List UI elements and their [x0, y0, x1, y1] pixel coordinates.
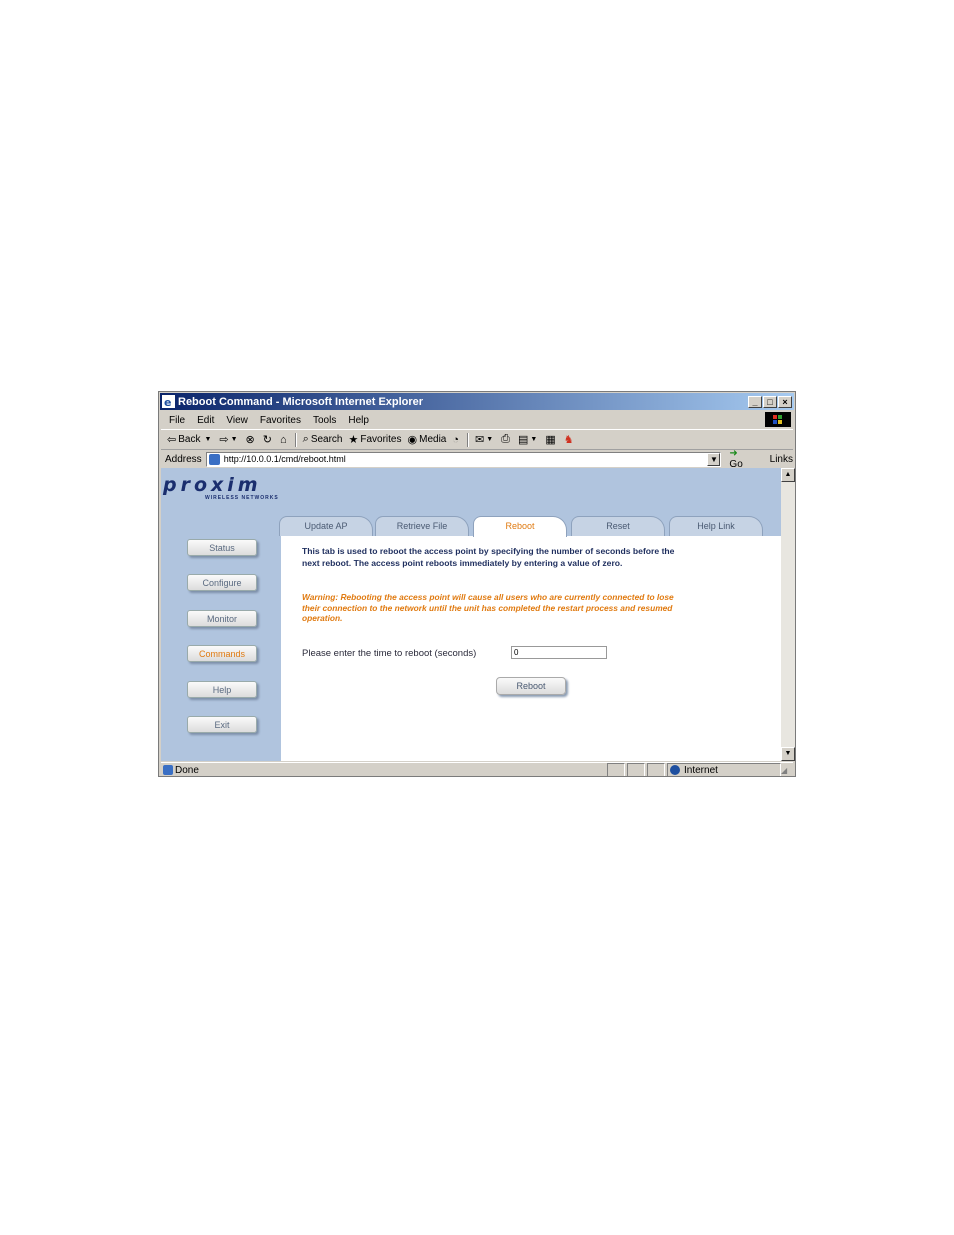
menu-help[interactable]: Help: [348, 415, 369, 426]
go-arrow-icon: ➜: [729, 448, 738, 459]
refresh-button[interactable]: ↻: [263, 433, 274, 446]
go-button[interactable]: ➜ Go: [729, 448, 753, 470]
print-button[interactable]: ⎙: [501, 433, 512, 446]
links-button[interactable]: Links: [770, 454, 793, 465]
reboot-warning: Warning: Rebooting the access point will…: [302, 592, 674, 623]
messenger-icon: ♞: [563, 434, 574, 446]
chevron-down-icon: ▼: [486, 436, 494, 443]
proxim-logo-sub: WIRELESS NETWORKS: [205, 495, 279, 501]
nav-status-button[interactable]: Status: [187, 539, 257, 556]
nav-commands-button[interactable]: Commands: [187, 645, 257, 662]
edit-icon: ▤: [517, 434, 529, 446]
status-bar: Done Internet ◢: [161, 762, 793, 776]
edit-button[interactable]: ▤ ▼: [518, 433, 539, 446]
tab-help-link[interactable]: Help Link: [669, 516, 763, 536]
zone-label: Internet: [684, 764, 718, 776]
menu-bar: File Edit View Favorites Tools Help: [161, 411, 793, 430]
nav-configure-button[interactable]: Configure: [187, 574, 257, 591]
search-button[interactable]: ⌕ Search: [303, 433, 343, 446]
tab-reset[interactable]: Reset: [571, 516, 665, 536]
reboot-description: This tab is used to reboot the access po…: [302, 546, 675, 568]
menu-favorites[interactable]: Favorites: [260, 415, 301, 426]
security-zone: Internet: [667, 763, 781, 776]
svg-text:e: e: [164, 396, 171, 408]
refresh-icon: ↻: [262, 434, 272, 446]
menu-file[interactable]: File: [169, 415, 185, 426]
search-label: Search: [310, 434, 343, 445]
messenger-button[interactable]: ♞: [564, 433, 576, 446]
stop-icon: ⊗: [245, 434, 255, 446]
ie-icon: e: [162, 395, 175, 409]
address-url: http://10.0.0.1/cmd/reboot.html: [223, 454, 346, 464]
maximize-button[interactable]: □: [763, 395, 777, 408]
reboot-button[interactable]: Reboot: [496, 677, 566, 695]
search-icon: ⌕: [302, 433, 309, 445]
forward-button[interactable]: ⇨ ▼: [219, 433, 239, 446]
scroll-down-icon[interactable]: ▼: [781, 747, 795, 761]
favorites-icon: ★: [348, 434, 359, 446]
nav-exit-button[interactable]: Exit: [187, 716, 257, 733]
toolbar-divider: [294, 432, 297, 447]
media-icon: ◉: [407, 434, 418, 446]
home-button[interactable]: ⌂: [280, 434, 289, 446]
address-input[interactable]: http://10.0.0.1/cmd/reboot.html ▼: [205, 451, 722, 467]
history-button[interactable]: ◔: [452, 434, 461, 446]
chevron-down-icon: ▼: [230, 436, 238, 443]
tab-strip: Update AP Retrieve File Reboot Reset Hel…: [279, 516, 779, 537]
status-cell: [607, 763, 625, 776]
toolbar-divider: [467, 432, 470, 447]
favorites-button[interactable]: ★ Favorites: [349, 433, 402, 446]
page-done-icon: [163, 765, 173, 775]
status-cell: [647, 763, 665, 776]
discuss-button[interactable]: ▦: [545, 433, 557, 446]
window-title: Reboot Command - Microsoft Internet Expl…: [178, 395, 424, 408]
address-bar: Address http://10.0.0.1/cmd/reboot.html …: [161, 448, 793, 470]
media-button[interactable]: ◉ Media: [408, 433, 447, 446]
discuss-icon: ▦: [545, 434, 556, 446]
back-button[interactable]: ⇦ Back ▼: [167, 433, 213, 446]
chevron-down-icon: ▼: [204, 436, 212, 443]
proxim-logo: proxim: [163, 474, 262, 496]
toolbar: ⇦ Back ▼ ⇨ ▼ ⊗ ↻ ⌂ ⌕ Search ★ Favorites ◉ Medi…: [161, 430, 793, 450]
page-content: proxim WIRELESS NETWORKS Status Configur…: [161, 468, 781, 761]
back-label: Back: [178, 434, 201, 445]
status-text: Done: [175, 764, 199, 776]
mail-button[interactable]: ✉ ▼: [475, 433, 495, 446]
reboot-time-label: Please enter the time to reboot (seconds…: [302, 648, 477, 659]
media-label: Media: [419, 434, 447, 445]
vertical-scrollbar[interactable]: ▲ ▼: [781, 468, 795, 761]
address-dropdown-icon[interactable]: ▼: [707, 452, 721, 466]
mail-icon: ✉: [475, 434, 485, 446]
nav-help-button[interactable]: Help: [187, 681, 257, 698]
history-icon: ◔: [452, 433, 460, 446]
globe-icon: [670, 765, 680, 775]
chevron-down-icon: ▼: [530, 436, 538, 443]
tab-retrieve-file[interactable]: Retrieve File: [375, 516, 469, 536]
status-cell: [627, 763, 645, 776]
page-icon: [208, 453, 220, 465]
favorites-label: Favorites: [360, 434, 402, 445]
forward-arrow-icon: ⇨: [219, 434, 229, 446]
reboot-panel: This tab is used to reboot the access po…: [281, 536, 781, 761]
home-icon: ⌂: [279, 433, 287, 446]
tab-update-ap[interactable]: Update AP: [279, 516, 373, 536]
stop-button[interactable]: ⊗: [246, 433, 257, 446]
minimize-button[interactable]: _: [748, 395, 762, 408]
nav-monitor-button[interactable]: Monitor: [187, 610, 257, 627]
menu-edit[interactable]: Edit: [197, 415, 214, 426]
tab-reboot[interactable]: Reboot: [473, 516, 567, 537]
scroll-up-icon[interactable]: ▲: [781, 468, 795, 482]
reboot-time-input[interactable]: 0: [511, 646, 607, 659]
address-label: Address: [165, 453, 202, 465]
windows-logo-icon: [765, 412, 791, 427]
back-arrow-icon: ⇦: [167, 434, 177, 446]
close-button[interactable]: ×: [778, 395, 792, 408]
menu-view[interactable]: View: [226, 415, 248, 426]
print-icon: ⎙: [501, 433, 510, 445]
browser-window: e Reboot Command - Microsoft Internet Ex…: [158, 391, 796, 777]
resize-grip-icon[interactable]: ◢: [781, 766, 793, 775]
title-bar: e Reboot Command - Microsoft Internet Ex…: [160, 393, 794, 410]
menu-tools[interactable]: Tools: [313, 415, 336, 426]
